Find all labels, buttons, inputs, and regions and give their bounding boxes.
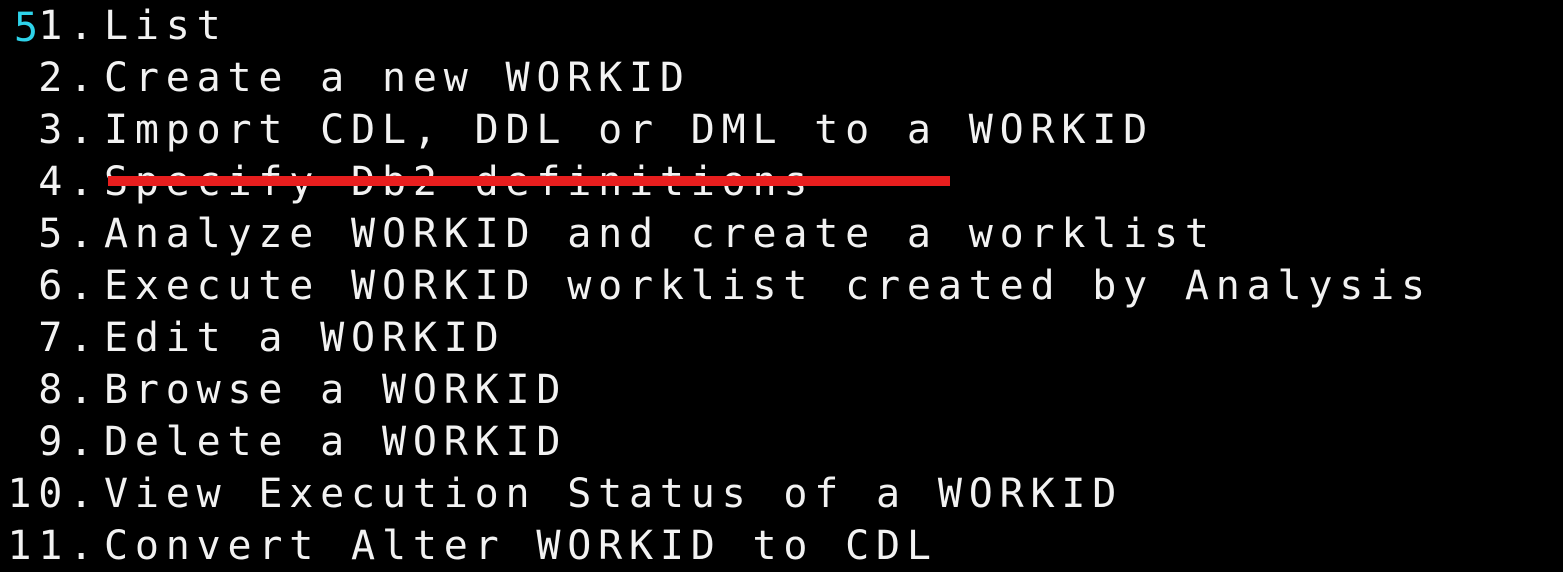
menu-item-list[interactable]: 1. List <box>0 0 228 52</box>
menu-item-number: 9. <box>38 419 100 465</box>
menu-item-number: 2. <box>38 55 100 101</box>
menu-item-number: 7. <box>38 315 100 361</box>
menu-item-label: Create a new WORKID <box>104 55 691 101</box>
menu-item-import[interactable]: 3. Import CDL, DDL or DML to a WORKID <box>0 104 1154 156</box>
menu-item-number: 11. <box>7 523 100 569</box>
menu-item-delete[interactable]: 9. Delete a WORKID <box>0 416 567 468</box>
menu-item-label: Execute WORKID worklist created by Analy… <box>104 263 1432 309</box>
menu-item-create-workid[interactable]: 2. Create a new WORKID <box>0 52 691 104</box>
menu-item-number: 5. <box>38 211 100 257</box>
menu-item-execute[interactable]: 6. Execute WORKID worklist created by Ana… <box>0 260 1432 312</box>
menu-item-number: 6. <box>38 263 100 309</box>
menu-item-label: Convert Alter WORKID to CDL <box>104 523 938 569</box>
menu-item-number: 10. <box>7 471 100 517</box>
menu-item-number: 8. <box>38 367 100 413</box>
strikethrough-annotation <box>108 176 950 186</box>
menu-item-convert-alter[interactable]: 11. Convert Alter WORKID to CDL <box>0 520 938 572</box>
menu-item-label: List <box>104 3 228 49</box>
menu-item-label: Import CDL, DDL or DML to a WORKID <box>104 107 1154 153</box>
menu-item-analyze[interactable]: 5. Analyze WORKID and create a worklist <box>0 208 1216 260</box>
terminal-screen: 5 1. List 2. Create a new WORKID 3. Import … <box>0 0 1563 569</box>
menu-item-label: Delete a WORKID <box>104 419 568 465</box>
menu-item-label: View Execution Status of a WORKID <box>104 471 1124 517</box>
menu-item-label: Analyze WORKID and create a worklist <box>104 211 1216 257</box>
menu-item-number: 1. <box>38 3 100 49</box>
menu-item-label: Browse a WORKID <box>104 367 568 413</box>
menu-item-number: 3. <box>38 107 100 153</box>
menu-item-label: Edit a WORKID <box>104 315 506 361</box>
menu-item-view-status[interactable]: 10. View Execution Status of a WORKID <box>0 468 1123 520</box>
menu-item-browse[interactable]: 8. Browse a WORKID <box>0 364 567 416</box>
menu-item-number: 4. <box>38 159 100 205</box>
menu-item-edit[interactable]: 7. Edit a WORKID <box>0 312 505 364</box>
